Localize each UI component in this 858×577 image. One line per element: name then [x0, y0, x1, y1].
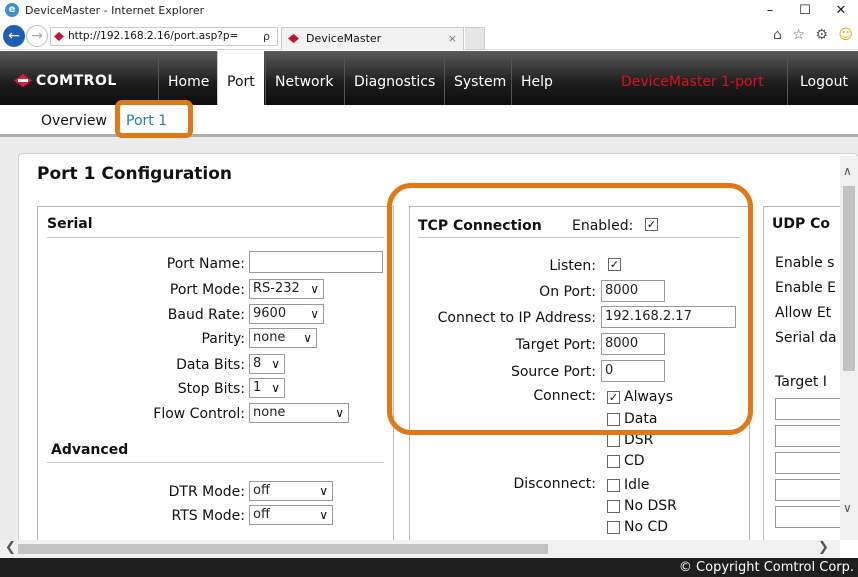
rts-mode-select[interactable]: off ∨: [249, 505, 333, 525]
tab-favicon-icon: [288, 34, 299, 43]
address-bar-row: ← → http://192.168.2.16/port.asp?p= ρ ▾ …: [0, 22, 858, 50]
chevron-down-icon: ∨: [271, 357, 280, 371]
nav-item-network[interactable]: Network: [265, 51, 342, 105]
url-text: http://192.168.2.16/port.asp?p=: [68, 30, 239, 42]
port-name-label: Port Name:: [166, 256, 245, 272]
advanced-title: Advanced: [51, 442, 129, 458]
nav-item-home[interactable]: Home: [158, 51, 218, 105]
dtr-mode-label: DTR Mode:: [168, 484, 245, 500]
serial-title: Serial: [47, 216, 93, 232]
site-favicon-icon: [54, 32, 64, 41]
vertical-scroll-thumb[interactable]: [843, 186, 855, 371]
flow-control-select[interactable]: none ∨: [249, 403, 349, 423]
scroll-up-icon[interactable]: ∧: [843, 164, 852, 178]
browser-tool-icons[interactable]: ⌂ ☆ ⚙ ☺: [773, 27, 856, 43]
tab-title: DeviceMaster: [306, 32, 382, 45]
minimize-button[interactable]: –: [755, 2, 785, 20]
chevron-down-icon: ∨: [335, 406, 344, 420]
close-window-button[interactable]: ✕: [826, 2, 856, 20]
browser-tab-devicemaster[interactable]: DeviceMaster ×: [281, 27, 464, 50]
advanced-divider: [47, 462, 384, 463]
udp-title: UDP Co: [772, 216, 831, 232]
new-tab-button[interactable]: [465, 27, 485, 50]
chevron-down-icon: ∨: [303, 331, 312, 345]
tab-close-icon[interactable]: ×: [448, 28, 457, 49]
window-titlebar: e DeviceMaster - Internet Explorer – ☐ ✕: [0, 0, 858, 22]
rts-mode-label: RTS Mode:: [171, 508, 245, 524]
udp-target-input[interactable]: [775, 506, 845, 528]
serial-divider: [47, 237, 384, 238]
connect-cd-checkbox[interactable]: [607, 455, 620, 468]
maximize-button[interactable]: ☐: [790, 2, 820, 20]
udp-target-label: Target I: [775, 374, 827, 390]
udp-target-input[interactable]: [775, 479, 845, 501]
port-name-input[interactable]: [249, 251, 383, 273]
horizontal-scrollbar[interactable]: ❮ ❯: [0, 540, 840, 558]
port-mode-label: Port Mode:: [169, 282, 245, 298]
chevron-down-icon: ∨: [271, 381, 280, 395]
window-title: DeviceMaster - Internet Explorer: [25, 4, 205, 17]
scroll-down-icon[interactable]: ∨: [843, 501, 852, 515]
data-bits-label: Data Bits:: [176, 357, 245, 373]
vertical-scrollbar[interactable]: ∧ ∨: [840, 156, 858, 540]
subnav-overview[interactable]: Overview: [41, 113, 107, 129]
nav-item-diagnostics[interactable]: Diagnostics: [344, 51, 444, 105]
baud-rate-label: Baud Rate:: [167, 307, 245, 323]
internet-explorer-icon: e: [5, 3, 19, 17]
chevron-down-icon: ∨: [310, 307, 319, 321]
dtr-mode-select[interactable]: off ∨: [249, 481, 333, 501]
data-bits-select[interactable]: 8 ∨: [249, 354, 285, 374]
nav-item-help[interactable]: Help: [511, 51, 562, 105]
udp-line-1: Enable s: [775, 255, 835, 271]
port1-highlight-outline: [115, 100, 193, 138]
url-field[interactable]: http://192.168.2.16/port.asp?p= ρ ▾ C: [50, 27, 278, 46]
feedback-smiley-icon[interactable]: ☺: [838, 27, 856, 43]
chevron-down-icon: ∨: [319, 484, 328, 498]
url-tools-icons[interactable]: ρ ▾ C: [263, 28, 277, 45]
udp-target-input[interactable]: [775, 452, 845, 474]
logo-text: COMTROL: [36, 73, 117, 89]
parity-select[interactable]: none ∨: [249, 328, 317, 348]
disconnect-idle-checkbox[interactable]: [607, 479, 620, 492]
horizontal-scroll-thumb[interactable]: [18, 544, 548, 554]
main-nav-bar: COMTROL Home Port Network Diagnostics Sy…: [0, 51, 858, 105]
connect-cd-label: CD: [624, 453, 645, 469]
page-title: Port 1 Configuration: [37, 164, 233, 184]
disconnect-idle-label: Idle: [624, 477, 650, 493]
disconnect-no-cd-checkbox[interactable]: [607, 521, 620, 534]
udp-line-2: Enable E: [775, 280, 836, 296]
parity-label: Parity:: [201, 331, 245, 347]
chevron-down-icon: ∨: [319, 508, 328, 522]
forward-button[interactable]: →: [26, 25, 48, 47]
port-mode-select[interactable]: RS-232 ∨: [249, 279, 324, 299]
footer-copyright: © Copyright Comtrol Corp.: [0, 558, 858, 577]
comtrol-diamond-icon: [14, 74, 32, 87]
disconnect-no-dsr-checkbox[interactable]: [607, 500, 620, 513]
scroll-right-icon[interactable]: ❯: [818, 540, 829, 555]
tcp-highlight-outline: [387, 183, 753, 435]
nav-item-port[interactable]: Port: [217, 51, 264, 105]
udp-target-input[interactable]: [775, 398, 845, 420]
disconnect-label: Disconnect:: [513, 476, 597, 492]
nav-item-system[interactable]: System: [444, 51, 515, 105]
udp-line-4: Serial da: [775, 330, 837, 346]
baud-rate-select[interactable]: 9600 ∨: [249, 304, 324, 324]
stop-bits-select[interactable]: 1 ∨: [249, 378, 285, 398]
chevron-down-icon: ∨: [310, 282, 319, 296]
udp-target-input[interactable]: [775, 425, 845, 447]
logout-link[interactable]: Logout: [787, 51, 858, 105]
scroll-left-icon[interactable]: ❮: [5, 540, 16, 555]
stop-bits-label: Stop Bits:: [177, 381, 245, 397]
back-button[interactable]: ←: [3, 25, 25, 47]
disconnect-no-dsr-label: No DSR: [624, 498, 677, 514]
connect-dsr-checkbox[interactable]: [607, 434, 620, 447]
device-name-label: DeviceMaster 1-port: [621, 74, 764, 90]
udp-line-3: Allow Et: [775, 305, 832, 321]
flow-control-label: Flow Control:: [153, 406, 245, 422]
disconnect-no-cd-label: No CD: [624, 519, 669, 535]
